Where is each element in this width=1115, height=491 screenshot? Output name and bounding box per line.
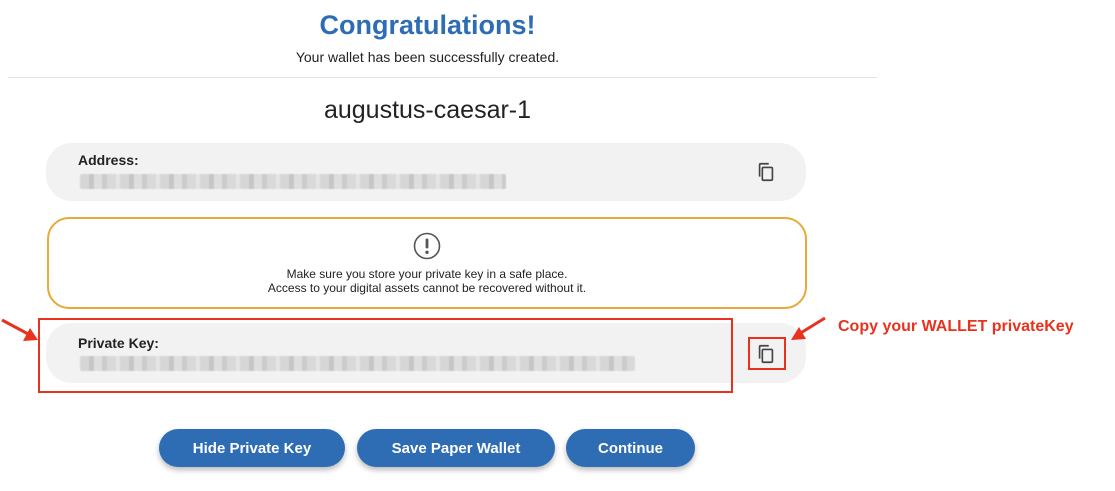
page-subtitle: Your wallet has been successfully create… [295,49,560,65]
page-title: Congratulations! [319,10,536,40]
header-divider [8,77,877,78]
hide-private-key-button[interactable]: Hide Private Key [159,429,345,467]
right-arrow-icon [791,316,826,340]
copy-icon[interactable] [755,161,777,183]
wallet-created-page: Congratulations! Your wallet has been su… [0,0,1115,491]
private-key-highlight-box [38,318,733,393]
save-paper-wallet-button[interactable]: Save Paper Wallet [357,429,555,467]
private-key-warning: Make sure you store your private key in … [47,217,807,309]
address-label: Address: [78,152,139,168]
continue-button[interactable]: Continue [566,429,695,467]
warning-line-1: Make sure you store your private key in … [286,267,568,281]
warning-line-2: Access to your digital assets cannot be … [267,281,587,295]
exclamation-circle-icon [413,232,441,260]
left-arrow-icon [1,318,38,341]
warning-text: Make sure you store your private key in … [49,267,805,295]
wallet-name: augustus-caesar-1 [323,96,532,124]
copy-private-key-annotation: Copy your WALLET privateKey [838,318,1074,335]
copy-button-highlight-box [748,337,786,370]
address-field: Address: [46,143,806,201]
address-value-redacted [80,174,506,189]
